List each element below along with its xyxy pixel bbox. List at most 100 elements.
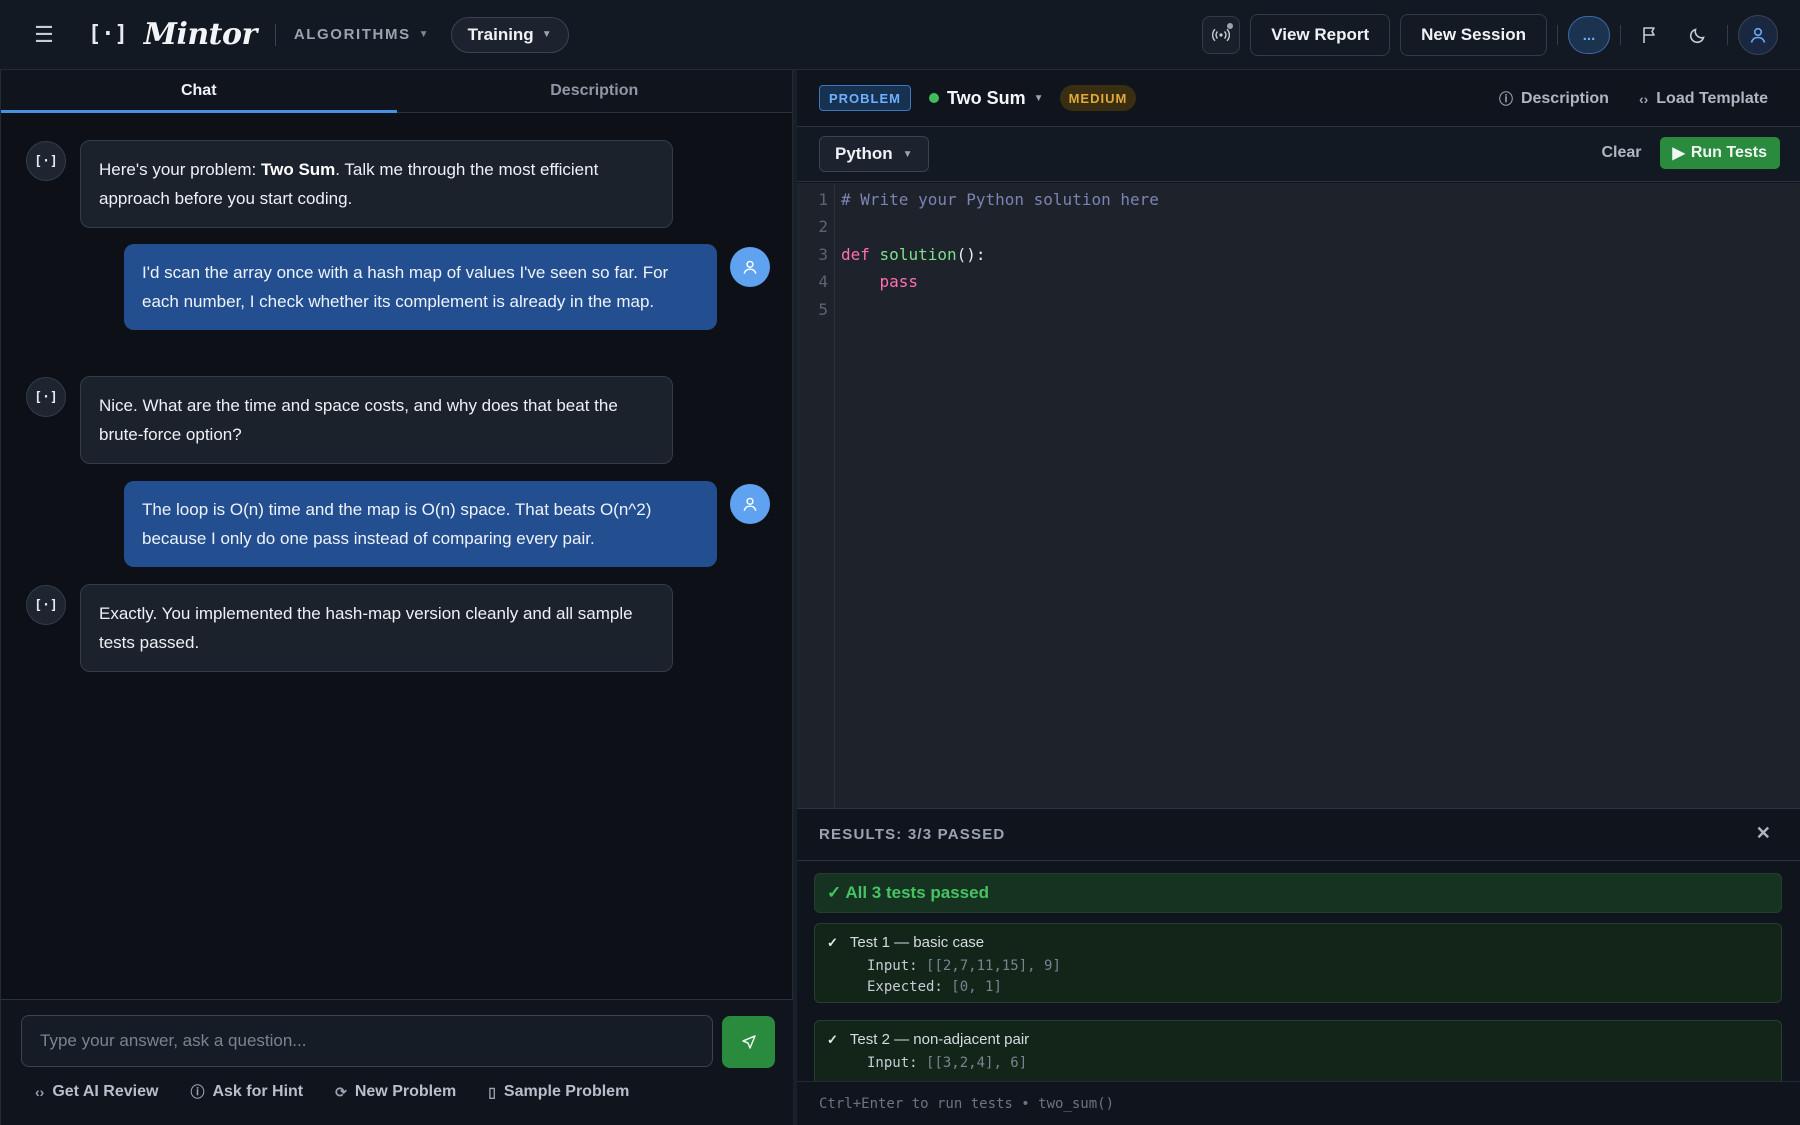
toolbar-separator [1557,25,1558,45]
brand-logo[interactable]: Mintor [144,17,258,52]
results-summary: ✓ All 3 tests passed [814,873,1782,913]
action-label: Description [1520,89,1609,107]
line-number: 3 [818,245,828,264]
message-problem-name: Two Sum [260,160,336,179]
editor-actions: Clear ▶ Run Tests [1602,137,1780,169]
chevron-down-icon: ▼ [418,29,429,40]
status-dot [929,93,939,103]
test-input: Input: [[2,7,11,15], 9] [867,958,1769,974]
send-icon [741,1035,756,1049]
toolbar-separator [1620,25,1621,45]
action-label: Ask for Hint [212,1083,304,1100]
section-label: ALGORITHMS [293,26,411,43]
test-title: Test 1 — basic case [849,934,985,951]
message-text: Here's your problem: [99,160,261,179]
test-title-row: ✓ Test 1 — basic case [827,934,1769,951]
info-icon: ⓘ [1498,90,1513,107]
test-result: ✓ Test 2 — non-adjacent pair Input: [[3,… [814,1020,1782,1090]
problem-selector[interactable]: Two Sum ▼ [929,88,1044,109]
chat-composer: ‹› Get AI Review ⓘ Ask for Hint ⟳ New Pr… [1,999,793,1125]
chat-message-assistant: Exactly. You implemented the hash-map ve… [80,584,673,672]
check-icon: ✓ [827,934,838,950]
get-ai-review-button[interactable]: ‹› Get AI Review [35,1082,158,1102]
action-label: Get AI Review [52,1083,159,1100]
line-number: 2 [818,217,828,236]
tab-chat[interactable]: Chat [1,70,397,113]
line-gutter: 1 2 3 4 5 [797,183,835,808]
play-icon: ▶ [1672,145,1685,162]
chevron-down-icon: ▼ [1033,92,1044,104]
sample-problem-button[interactable]: ▯ Sample Problem [488,1082,629,1102]
ask-for-hint-button[interactable]: ⓘ Ask for Hint [190,1082,303,1102]
tab-description[interactable]: Description [397,70,793,112]
assistant-avatar: [·] [26,141,66,181]
test-input-value: [[2,7,11,15], 9] [926,958,1061,974]
flag-icon[interactable] [1631,16,1669,54]
help-circle-icon: ⓘ [190,1084,205,1100]
chat-input[interactable] [21,1015,713,1067]
code-icon: ‹› [1638,90,1649,107]
top-bar-actions: View Report New Session ... [1202,14,1778,56]
test-expected-label: Expected: [867,979,943,995]
hamburger-menu-icon[interactable]: ☰ [22,13,66,57]
more-options-button[interactable]: ... [1568,16,1610,54]
user-avatar-icon [730,247,770,287]
problem-bar: PROBLEM Two Sum ▼ MEDIUM ⓘ Description ‹… [797,70,1800,127]
test-expected-value: [0, 1] [951,979,1002,995]
action-label: Load Template [1656,89,1768,107]
chat-message-user: The loop is O(n) time and the map is O(n… [124,481,717,567]
test-input-value: [[3,2,4], 6] [926,1055,1028,1071]
new-problem-button[interactable]: ⟳ New Problem [335,1082,456,1102]
workspace-panel: PROBLEM Two Sum ▼ MEDIUM ⓘ Description ‹… [797,70,1800,1125]
run-tests-button[interactable]: ▶ Run Tests [1659,137,1780,169]
code-comment: # Write your Python solution here [841,190,1159,209]
close-icon[interactable]: ✕ [1756,823,1772,844]
line-number: 4 [818,272,828,291]
refresh-icon: ⟳ [335,1083,347,1100]
results-title: RESULTS: 3/3 PASSED [819,826,1006,843]
user-profile-icon[interactable] [1738,15,1778,55]
results-panel: RESULTS: 3/3 PASSED ✕ ✓ All 3 tests pass… [797,808,1800,1125]
user-avatar-icon [730,484,770,524]
send-button[interactable] [722,1016,775,1068]
test-title: Test 2 — non-adjacent pair [849,1031,1030,1048]
language-selector[interactable]: Python ▼ [819,136,929,172]
line-number: 5 [818,300,828,319]
broadcast-icon[interactable] [1202,16,1241,54]
status-dot [1227,23,1234,29]
document-icon: ▯ [488,1083,496,1100]
test-expected: Expected: [0, 1] [867,979,1769,995]
language-label: Python [835,144,893,163]
problem-title: Two Sum [947,87,1026,108]
keyboard-hint: Ctrl+Enter to run tests • two_sum() [797,1081,1800,1125]
assistant-avatar: [·] [26,585,66,625]
view-report-button[interactable]: View Report [1250,14,1391,56]
chat-message-assistant: Here's your problem: Two Sum. Talk me th… [80,140,673,228]
code-icon: ‹› [35,1084,45,1100]
problem-badge: PROBLEM [819,85,911,111]
code-line: def solution(): [841,245,986,264]
action-label: Sample Problem [503,1083,630,1100]
left-tabs: Chat Description [1,70,792,113]
mode-selector[interactable]: Training ▼ [450,16,569,53]
test-result: ✓ Test 1 — basic case Input: [[2,7,11,15… [814,923,1782,1003]
header-divider [274,23,276,46]
assistant-avatar: [·] [26,377,66,417]
test-input-label: Input: [867,958,918,974]
load-template-button[interactable]: ‹› Load Template [1639,90,1768,108]
new-session-button[interactable]: New Session [1400,14,1547,56]
code-editor[interactable]: 1 2 3 4 5 # Write your Python solution h… [797,183,1800,808]
problem-actions: ⓘ Description ‹› Load Template [1499,70,1768,127]
description-button[interactable]: ⓘ Description [1499,89,1609,109]
line-number: 1 [818,190,828,209]
mode-label: Training [467,24,534,44]
code-keyword: pass [879,272,919,291]
test-input: Input: [[3,2,4], 6] [867,1055,1769,1071]
difficulty-badge: MEDIUM [1059,85,1137,111]
clear-button[interactable]: Clear [1602,144,1642,162]
moon-icon[interactable] [1679,16,1717,54]
logo-mark: [·] [88,22,128,47]
chat-message-user: I'd scan the array once with a hash map … [124,244,717,330]
section-selector[interactable]: ALGORITHMS ▼ [294,26,429,43]
code-line: pass [841,272,919,291]
